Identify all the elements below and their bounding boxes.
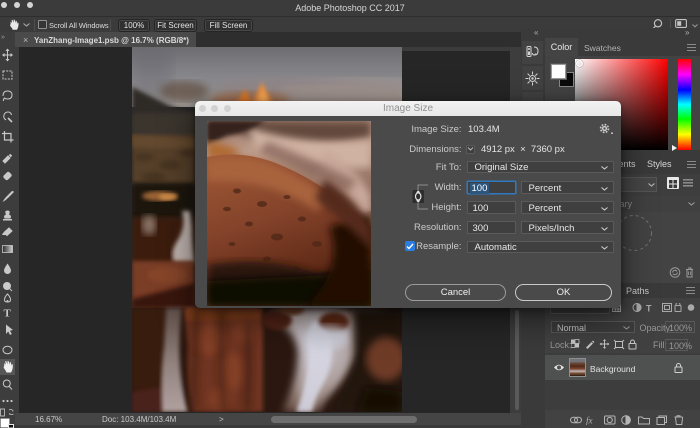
svg-text:»: » <box>1 34 5 41</box>
svg-text:T: T <box>646 304 652 314</box>
svg-text:fx: fx <box>586 415 593 425</box>
svg-text:T: T <box>4 308 12 320</box>
